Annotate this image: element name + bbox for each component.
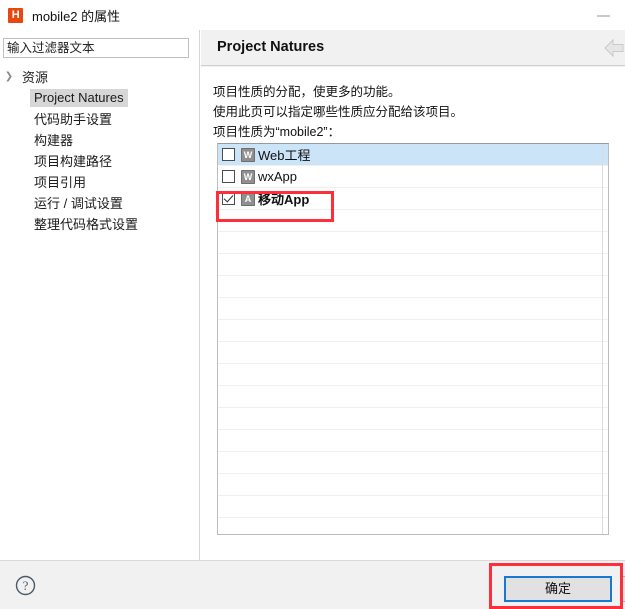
- sidebar-item-label: 运行 / 调试设置: [34, 195, 123, 211]
- nature-list-empty-row: [218, 496, 608, 518]
- checkbox-unchecked[interactable]: [222, 170, 235, 183]
- nature-list-empty-row: [218, 408, 608, 430]
- sidebar-item-0[interactable]: ❯ 资源: [0, 66, 199, 87]
- project-natures-rows: W Web工程 WwxApp A 移动App: [218, 144, 608, 534]
- sidebar-item-label: 项目构建路径: [34, 153, 113, 169]
- svg-text:?: ?: [23, 578, 29, 593]
- nature-label: Web工程: [258, 148, 311, 163]
- minimize-button[interactable]: [593, 7, 615, 23]
- settings-sidebar: ❯ 资源 Project Natures 代码助手设置构建器项目构建路径项目引用运行 …: [0, 30, 200, 560]
- sidebar-item-2[interactable]: 代码助手设置: [0, 108, 199, 129]
- settings-tree: ❯ 资源 Project Natures 代码助手设置 构建器项目构建路径 项目引用运行 …: [0, 66, 199, 234]
- sidebar-item-5[interactable]: 项目引用: [0, 171, 199, 192]
- sidebar-item-label: 构建器: [34, 132, 74, 148]
- nature-list-empty-row: [218, 386, 608, 408]
- nature-list-item[interactable]: A 移动App: [218, 188, 608, 210]
- window-title: mobile2 的属性: [32, 8, 121, 24]
- column-divider: [602, 144, 603, 534]
- nature-list-item[interactable]: W Web工程: [218, 144, 608, 166]
- sidebar-item-label: 代码助手设置: [34, 111, 113, 127]
- nature-type-icon: A: [241, 191, 255, 206]
- minimize-icon: [597, 15, 610, 17]
- cancel-button[interactable]: [621, 576, 625, 602]
- description-line-2: 使用此页可以指定哪些性质应分配给该项目。: [213, 105, 464, 119]
- nature-list-empty-row: [218, 210, 608, 232]
- nature-label: 移动App: [258, 192, 310, 207]
- nature-list-empty-row: [218, 452, 608, 474]
- nature-type-icon: W: [241, 147, 255, 162]
- nature-list-empty-row: [218, 276, 608, 298]
- nature-list-empty-row: [218, 474, 608, 496]
- description-line-1: 项目性质的分配，使更多的功能。: [213, 85, 401, 99]
- left-arrow-icon[interactable]: [601, 38, 625, 58]
- description-line-3: 项目性质为“mobile2”：: [213, 125, 341, 139]
- sidebar-item-label: 项目引用: [34, 174, 87, 190]
- nature-label: wxApp: [258, 169, 298, 184]
- sidebar-item-label: 整理代码格式设置: [34, 216, 139, 232]
- page-body: 项目性质的分配，使更多的功能。 使用此页可以指定哪些性质应分配给该项目。 项目性…: [201, 67, 625, 560]
- settings-content-pane: Project Natures 项目性质的分配，使更多的功能。 使用此页可以指定…: [201, 30, 625, 560]
- nature-list-empty-row: [218, 320, 608, 342]
- sidebar-item-4[interactable]: 项目构建路径: [0, 150, 199, 171]
- question-mark-icon[interactable]: ?: [15, 575, 36, 596]
- nature-list-empty-row: [218, 298, 608, 320]
- checkbox-checked[interactable]: [222, 192, 235, 205]
- chevron-right-icon[interactable]: ❯: [0, 71, 18, 82]
- sidebar-item-label: 资源: [22, 69, 49, 85]
- ok-button[interactable]: 确定: [504, 576, 612, 602]
- sidebar-item-7[interactable]: 整理代码格式设置: [0, 213, 199, 234]
- nature-list-item[interactable]: WwxApp: [218, 166, 608, 188]
- sidebar-item-1[interactable]: Project Natures: [0, 87, 199, 108]
- page-header: Project Natures: [201, 30, 625, 66]
- page-title: Project Natures: [217, 39, 325, 55]
- window-title-bar: H mobile2 的属性: [0, 0, 625, 30]
- nature-list-empty-row: [218, 518, 608, 534]
- nature-list-empty-row: [218, 364, 608, 386]
- nature-list-empty-row: [218, 342, 608, 364]
- nature-list-empty-row: [218, 254, 608, 276]
- sidebar-item-label: Project Natures: [30, 88, 128, 107]
- app-logo-icon: H: [8, 7, 23, 23]
- nature-list-empty-row: [218, 430, 608, 452]
- checkbox-unchecked[interactable]: [222, 148, 235, 161]
- sidebar-item-3[interactable]: 构建器: [0, 129, 199, 150]
- sidebar-item-6[interactable]: 运行 / 调试设置: [0, 192, 199, 213]
- nature-list-empty-row: [218, 232, 608, 254]
- filter-input[interactable]: [3, 38, 189, 58]
- nature-type-icon: W: [241, 169, 255, 184]
- project-natures-list[interactable]: W Web工程 WwxApp A 移动App: [217, 143, 609, 535]
